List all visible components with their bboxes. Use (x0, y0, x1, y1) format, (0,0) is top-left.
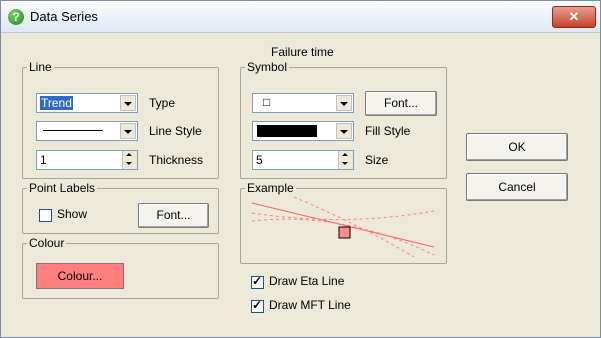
example-preview (251, 197, 435, 257)
spin-arrows-icon[interactable] (122, 151, 137, 169)
thickness-spinner[interactable]: 1 (36, 150, 138, 170)
series-name: Failure time (271, 45, 334, 59)
ok-button[interactable]: OK (466, 133, 568, 161)
line-style-label: Line Style (149, 124, 202, 138)
colour-button[interactable]: Colour... (36, 263, 124, 289)
title-bar: ? Data Series ✕ (1, 1, 600, 33)
cancel-button[interactable]: Cancel (466, 173, 568, 201)
colour-button-label: Colour... (57, 269, 103, 283)
chevron-down-icon[interactable] (336, 123, 352, 139)
line-style-combo[interactable] (36, 121, 138, 141)
draw-mft-line-label: Draw MFT Line (269, 298, 351, 312)
example-trend-line (251, 202, 435, 248)
size-label: Size (365, 153, 389, 167)
point-labels-font-button[interactable]: Font... (138, 203, 209, 228)
line-type-combo[interactable]: Trend (36, 93, 138, 113)
fill-style-combo[interactable] (252, 121, 354, 141)
size-spinner[interactable]: 5 (252, 150, 354, 170)
square-icon: □ (263, 95, 271, 109)
close-button[interactable]: ✕ (552, 6, 596, 28)
draw-mft-line-checkbox[interactable] (251, 298, 264, 313)
example-upper-band (251, 210, 435, 220)
chevron-down-icon[interactable] (336, 95, 352, 111)
thickness-value: 1 (40, 153, 47, 167)
symbol-legend: Symbol (247, 60, 288, 74)
point-labels-legend: Point Labels (29, 181, 96, 195)
chevron-down-icon[interactable] (120, 123, 136, 139)
show-checkbox[interactable] (39, 209, 52, 222)
example-legend: Example (247, 181, 294, 195)
example-symbol (338, 226, 351, 239)
ok-label: OK (508, 140, 526, 154)
colour-legend: Colour (29, 236, 65, 250)
symbol-font-label: Font... (383, 96, 418, 110)
window-title: Data Series (30, 9, 98, 24)
cancel-label: Cancel (498, 180, 536, 194)
help-icon: ? (8, 9, 24, 25)
point-labels-font-label: Font... (156, 208, 191, 222)
line-style-sample (43, 130, 103, 131)
symbol-combo[interactable]: □ (252, 93, 354, 113)
draw-eta-line-checkbox[interactable] (251, 274, 264, 289)
show-label: Show (57, 207, 88, 221)
line-type-label: Type (149, 96, 176, 110)
symbol-font-button[interactable]: Font... (365, 91, 437, 116)
size-value: 5 (256, 153, 263, 167)
thickness-label: Thickness (149, 153, 204, 167)
fill-style-swatch (257, 125, 317, 137)
spin-arrows-icon[interactable] (338, 151, 353, 169)
chevron-down-icon[interactable] (120, 95, 136, 111)
fill-style-label: Fill Style (365, 124, 411, 138)
data-series-dialog: ? Data Series ✕ Failure time Line Trend … (0, 0, 601, 338)
line-group-legend: Line (29, 60, 52, 74)
line-type-value: Trend (40, 96, 73, 110)
draw-eta-line-label: Draw Eta Line (269, 274, 345, 288)
